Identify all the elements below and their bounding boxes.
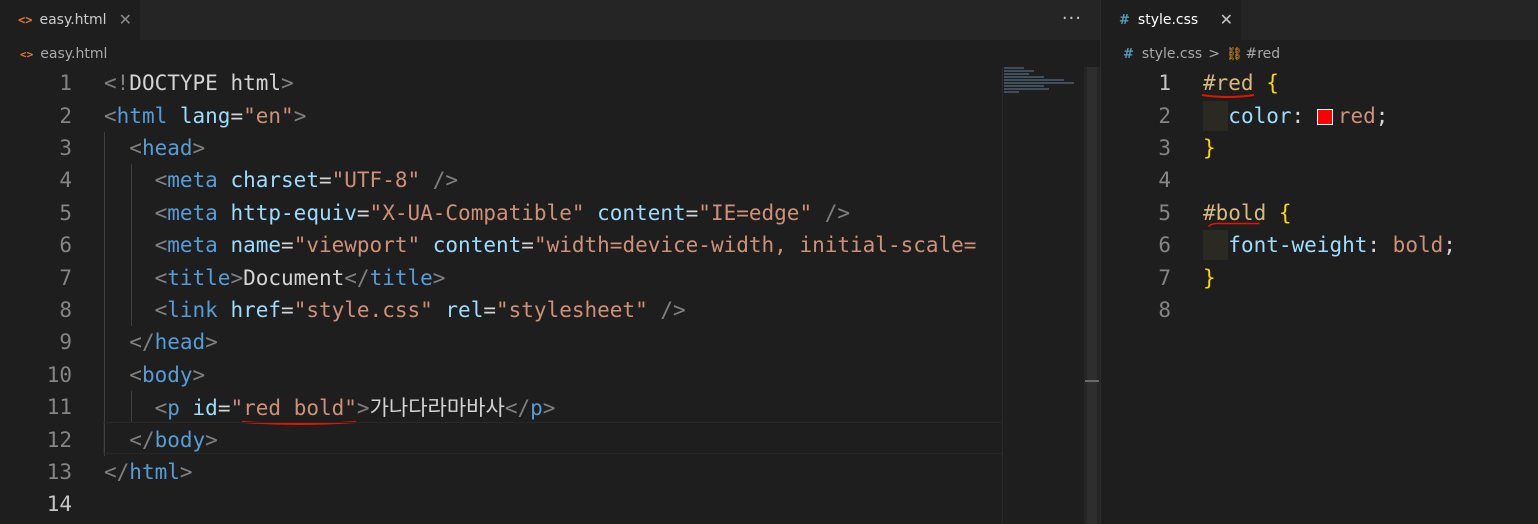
css-tab-bar: # style.css ✕ — [1101, 0, 1538, 40]
breadcrumb: <> easy.html — [0, 40, 1100, 68]
line-number: 5 — [1158, 200, 1171, 225]
close-icon[interactable]: ✕ — [119, 10, 132, 29]
line-number: 1 — [59, 71, 72, 96]
code-line: 6 <meta name="viewport" content="width=d… — [0, 229, 1002, 261]
close-icon[interactable]: ✕ — [1220, 10, 1233, 29]
code-line: 2 color: red; — [1101, 99, 1388, 131]
breadcrumb-symbol[interactable]: #red — [1245, 46, 1280, 62]
line-number: 1 — [1158, 71, 1171, 96]
code-line: 7 <title>Document</title> — [0, 261, 445, 293]
tab-easy-html[interactable]: <> easy.html ✕ — [0, 0, 140, 40]
more-actions-icon[interactable]: ··· — [1062, 8, 1082, 29]
line-number: 10 — [46, 362, 72, 387]
code-line: 8 — [1101, 294, 1203, 326]
line-number: 6 — [59, 233, 72, 258]
spell-squiggle — [1201, 94, 1255, 98]
html-tab-bar: <> easy.html ✕ ··· — [0, 0, 1100, 40]
html-editor-group: <> easy.html ✕ ··· <> easy.html 1 <!DOCTY… — [0, 0, 1100, 524]
code-line: 2 <html lang="en"> — [0, 99, 306, 131]
code-line: 1 <!DOCTYPE html> — [0, 67, 293, 99]
line-number: 4 — [59, 168, 72, 193]
code-line: 10 <body> — [0, 359, 205, 391]
code-line: 3} — [1101, 132, 1215, 164]
line-number: 12 — [46, 427, 72, 452]
code-line: 9 </head> — [0, 326, 217, 358]
code-line: 3 <head> — [0, 132, 205, 164]
code-line: 4 — [1101, 164, 1203, 196]
css-file-icon: # — [1123, 46, 1134, 62]
line-number: 14 — [46, 492, 72, 517]
line-number: 7 — [1158, 265, 1171, 290]
line-number: 8 — [59, 297, 72, 322]
line-number: 13 — [46, 459, 72, 484]
line-number: 3 — [59, 135, 72, 160]
code-line: 5 <meta http-equiv="X-UA-Compatible" con… — [0, 197, 850, 229]
color-swatch[interactable] — [1316, 108, 1333, 125]
tab-label: easy.html — [39, 12, 107, 28]
breadcrumb-file[interactable]: style.css — [1142, 46, 1202, 62]
code-line: 6 font-weight: bold; — [1101, 229, 1456, 261]
scroll-thumb[interactable] — [1085, 380, 1099, 382]
line-number: 11 — [46, 395, 72, 420]
tab-label: style.css — [1137, 12, 1199, 28]
minimap[interactable] — [1004, 67, 1084, 97]
html-file-icon: <> — [18, 13, 33, 27]
line-number: 6 — [1158, 233, 1171, 258]
css-symbol-icon: ⛓ — [1225, 46, 1243, 62]
css-editor-group: # style.css ✕ # style.css > ⛓ #red 1 #red… — [1101, 0, 1538, 524]
line-number: 5 — [59, 200, 72, 225]
line-number: 4 — [1158, 168, 1171, 193]
current-line-highlight — [103, 422, 1003, 454]
css-file-icon: # — [1119, 12, 1130, 28]
breadcrumb-file[interactable]: easy.html — [40, 46, 107, 62]
line-number: 9 — [59, 330, 72, 355]
code-line: 7} — [1101, 261, 1215, 293]
line-number: 2 — [1158, 103, 1171, 128]
css-code-editor[interactable]: 1 #red { 2 color: red; 3} 4 5 #bold { 6 fo… — [1101, 67, 1538, 524]
line-number: 3 — [1158, 135, 1171, 160]
code-line: 13 </html> — [0, 456, 193, 488]
spell-squiggle — [1207, 222, 1260, 228]
line-number: 2 — [59, 103, 72, 128]
editor-ruler — [1002, 67, 1003, 524]
scroll-track[interactable] — [1087, 67, 1097, 524]
code-line: 4 <meta charset="UTF-8" /> — [0, 164, 458, 196]
vertical-scrollbar[interactable] — [1084, 67, 1100, 524]
code-line: 11 <p id="red bold">가나다라마바사</p> — [0, 391, 556, 423]
html-code-editor[interactable]: 1 <!DOCTYPE html> 2 <html lang="en"> 3 <he… — [0, 67, 1100, 524]
code-line: 8 <link href="style.css" rel="stylesheet… — [0, 294, 685, 326]
breadcrumb: # style.css > ⛓ #red — [1101, 40, 1538, 68]
html-file-icon: <> — [20, 47, 34, 61]
line-number: 7 — [59, 265, 72, 290]
code-line: 14 — [0, 488, 104, 520]
line-number: 8 — [1158, 297, 1171, 322]
tab-style-css[interactable]: # style.css ✕ — [1101, 0, 1241, 40]
breadcrumb-separator: > — [1208, 46, 1220, 62]
